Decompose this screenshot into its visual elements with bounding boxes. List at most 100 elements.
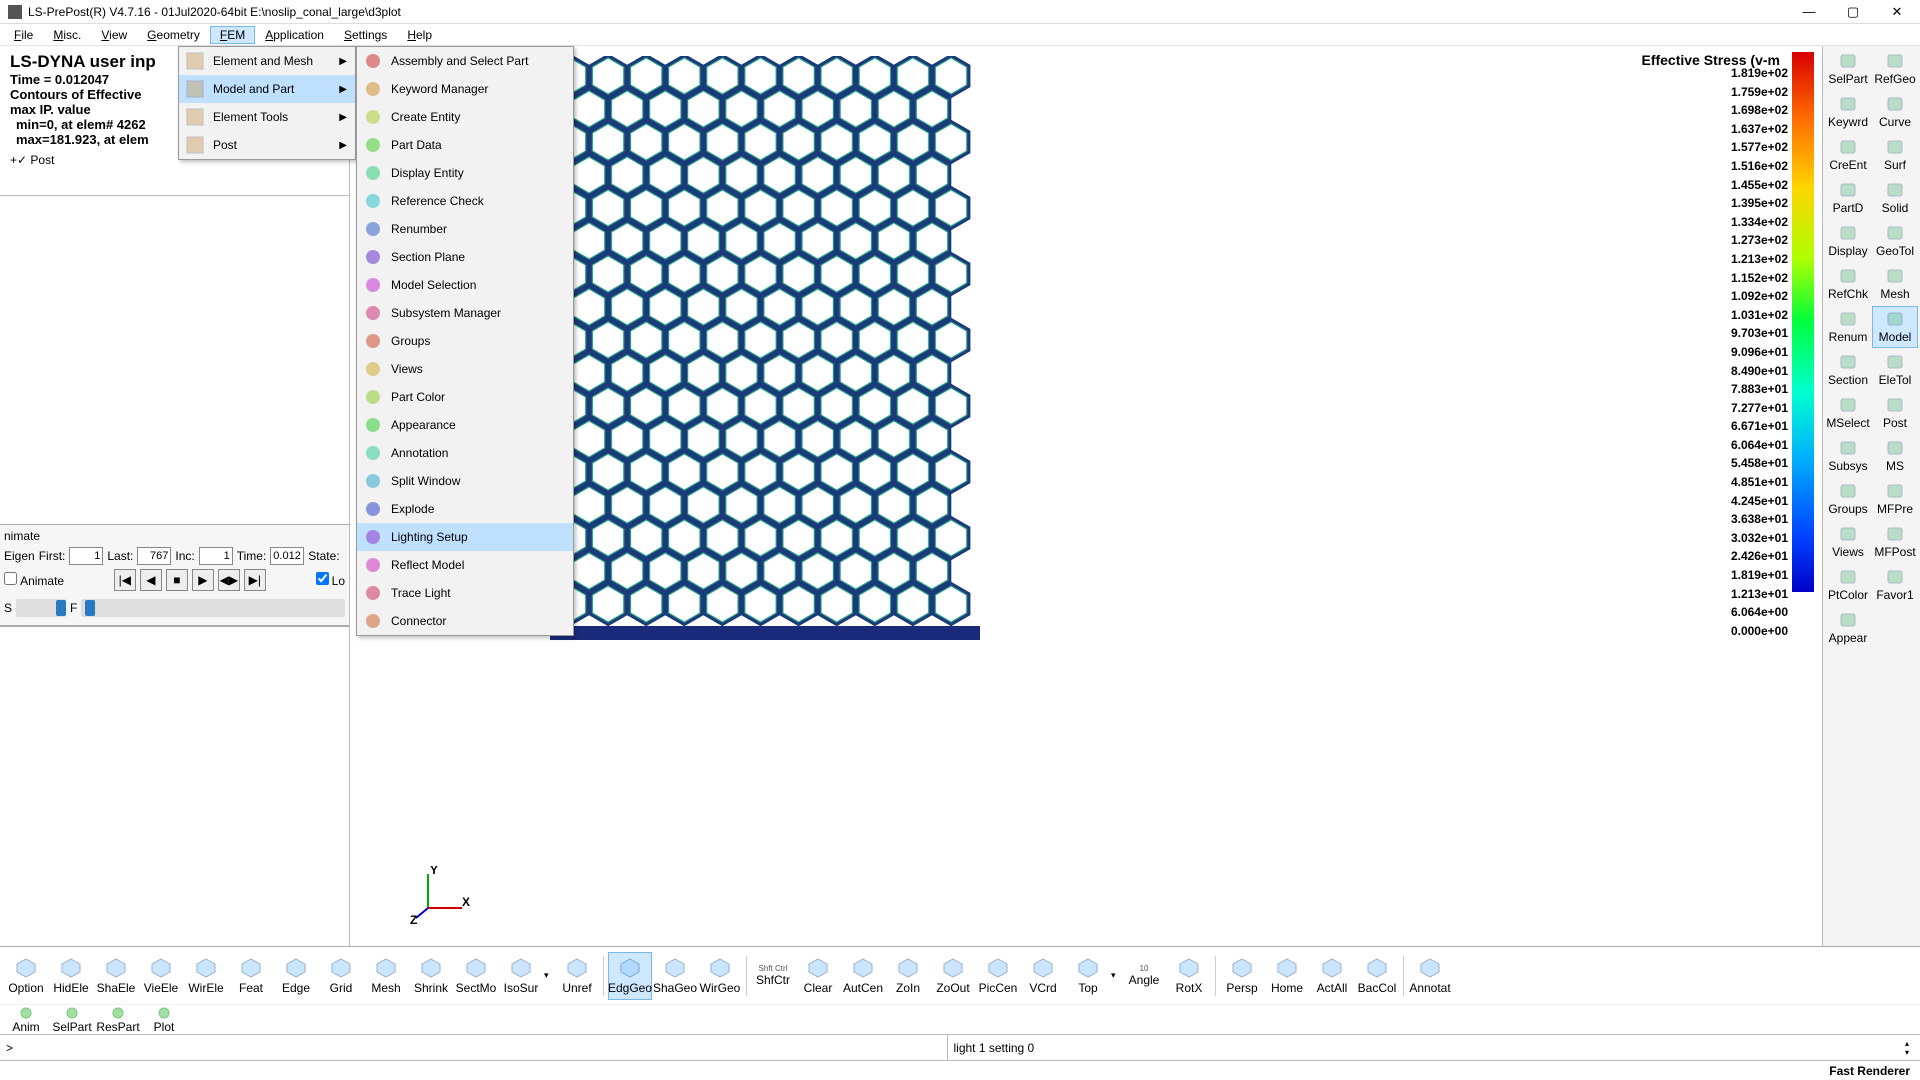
tree-expand-icon[interactable]: + [10,153,17,167]
command-input[interactable]: > [0,1035,948,1060]
menu-item-display-entity[interactable]: Display Entity [357,159,573,187]
minimize-button[interactable]: — [1794,3,1824,21]
tool-wirele[interactable]: WirEle [184,952,228,1000]
tool-selpart[interactable]: SelPart [1825,48,1871,90]
last-input[interactable] [137,547,171,565]
tool-ms[interactable]: MS [1872,435,1918,477]
menu-item-assembly-and-select-part[interactable]: Assembly and Select Part [357,47,573,75]
stop-button[interactable]: ■ [166,569,188,591]
skip-back-button[interactable]: |◀ [114,569,136,591]
tool-actall[interactable]: ActAll [1310,952,1354,1000]
scroll-arrows[interactable]: ▴▾ [1894,1035,1920,1060]
animate-checkbox[interactable]: Animate [4,572,64,588]
menu-item-views[interactable]: Views [357,355,573,383]
tool-refchk[interactable]: RefChk [1825,263,1871,305]
tool-mselect[interactable]: MSelect [1825,392,1871,434]
loop-checkbox[interactable]: Lo [316,572,345,588]
tool-mfpre[interactable]: MFPre [1872,478,1918,520]
menu-item-part-data[interactable]: Part Data [357,131,573,159]
rewind-button[interactable]: ◀ [140,569,162,591]
menu-settings[interactable]: Settings [334,26,397,44]
tool-autcen[interactable]: AutCen [841,952,885,1000]
tool-selpart[interactable]: SelPart [52,1006,92,1034]
tool-zoout[interactable]: ZoOut [931,952,975,1000]
tool-hidele[interactable]: HidEle [49,952,93,1000]
tool-home[interactable]: Home [1265,952,1309,1000]
menu-item-appearance[interactable]: Appearance [357,411,573,439]
tool-shageo[interactable]: ShaGeo [653,952,697,1000]
tool-angle[interactable]: 10Angle [1122,952,1166,1000]
tool-respart[interactable]: ResPart [98,1006,138,1034]
tool-post[interactable]: Post [1872,392,1918,434]
menu-application[interactable]: Application [255,26,334,44]
tool-shaele[interactable]: ShaEle [94,952,138,1000]
first-input[interactable] [69,547,103,565]
menu-item-annotation[interactable]: Annotation [357,439,573,467]
menu-item-reference-check[interactable]: Reference Check [357,187,573,215]
tool-shrink[interactable]: Shrink [409,952,453,1000]
tool-views[interactable]: Views [1825,521,1871,563]
menu-help[interactable]: Help [397,26,442,44]
tool-appear[interactable]: Appear [1825,607,1871,649]
menu-item-lighting-setup[interactable]: Lighting Setup [357,523,573,551]
menu-item-post[interactable]: Post▶ [179,131,355,159]
tool-grid[interactable]: Grid [319,952,363,1000]
tool-subsys[interactable]: Subsys [1825,435,1871,477]
tool-partd[interactable]: PartD [1825,177,1871,219]
tool-favor1[interactable]: Favor1 [1872,564,1918,606]
tool-plot[interactable]: Plot [144,1006,184,1034]
tool-shfctr[interactable]: Shft CtrlShfCtr [751,952,795,1000]
tool-rotx[interactable]: RotX [1167,952,1211,1000]
menu-misc[interactable]: Misc. [43,26,91,44]
tool-model[interactable]: Model [1872,306,1918,348]
menu-item-split-window[interactable]: Split Window [357,467,573,495]
tool-wirgeo[interactable]: WirGeo [698,952,742,1000]
menu-item-reflect-model[interactable]: Reflect Model [357,551,573,579]
tool-refgeo[interactable]: RefGeo [1872,48,1918,90]
tool-annotat[interactable]: Annotat [1408,952,1452,1000]
animate-tab[interactable]: nimate [4,529,40,543]
tool-section[interactable]: Section [1825,349,1871,391]
tool-mfpost[interactable]: MFPost [1872,521,1918,563]
menu-item-element-and-mesh[interactable]: Element and Mesh▶ [179,47,355,75]
tool-eletol[interactable]: EleTol [1872,349,1918,391]
tool-keywrd[interactable]: Keywrd [1825,91,1871,133]
menu-item-explode[interactable]: Explode [357,495,573,523]
menu-item-keyword-manager[interactable]: Keyword Manager [357,75,573,103]
tool-edge[interactable]: Edge [274,952,318,1000]
frame-slider[interactable] [81,599,345,617]
tool-persp[interactable]: Persp [1220,952,1264,1000]
menu-item-create-entity[interactable]: Create Entity [357,103,573,131]
tool-display[interactable]: Display [1825,220,1871,262]
tool-surf[interactable]: Surf [1872,134,1918,176]
tool-vcrd[interactable]: VCrd [1021,952,1065,1000]
tool-anim[interactable]: Anim [6,1006,46,1034]
tool-ptcolor[interactable]: PtColor [1825,564,1871,606]
menu-item-part-color[interactable]: Part Color [357,383,573,411]
tool-mesh[interactable]: Mesh [364,952,408,1000]
play-button[interactable]: ▶ [192,569,214,591]
menu-item-trace-light[interactable]: Trace Light [357,579,573,607]
menu-item-model-and-part[interactable]: Model and Part▶ [179,75,355,103]
tool-feat[interactable]: Feat [229,952,273,1000]
tool-clear[interactable]: Clear [796,952,840,1000]
tool-isosur[interactable]: IsoSur [499,952,543,1000]
dropdown-arrow-icon[interactable]: ▾ [1111,970,1121,981]
tool-zoin[interactable]: ZoIn [886,952,930,1000]
tool-option[interactable]: Option [4,952,48,1000]
tool-curve[interactable]: Curve [1872,91,1918,133]
tool-top[interactable]: Top [1066,952,1110,1000]
tree-check-icon[interactable]: ✓ [17,153,27,167]
tool-edggeo[interactable]: EdgGeo [608,952,652,1000]
tool-unref[interactable]: Unref [555,952,599,1000]
menu-item-subsystem-manager[interactable]: Subsystem Manager [357,299,573,327]
menu-item-element-tools[interactable]: Element Tools▶ [179,103,355,131]
tool-renum[interactable]: Renum [1825,306,1871,348]
tool-creent[interactable]: CreEnt [1825,134,1871,176]
menu-item-connector[interactable]: Connector [357,607,573,635]
tool-piccen[interactable]: PicCen [976,952,1020,1000]
maximize-button[interactable]: ▢ [1838,3,1868,21]
tool-baccol[interactable]: BacCol [1355,952,1399,1000]
tool-vieele[interactable]: VieEle [139,952,183,1000]
menu-geometry[interactable]: Geometry [137,26,210,44]
